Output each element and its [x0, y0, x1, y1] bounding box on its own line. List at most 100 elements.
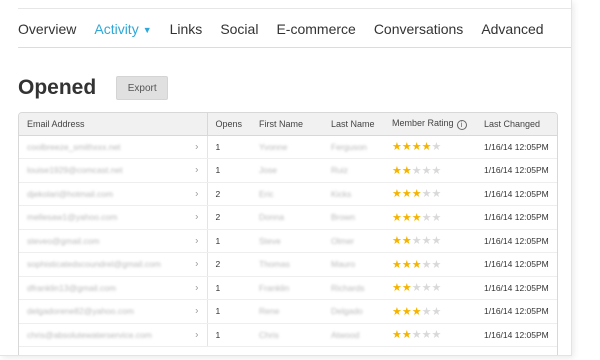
last-changed-cell: 1/16/14 12:05PM [476, 229, 557, 253]
chevron-right-icon[interactable]: › [195, 188, 198, 199]
table-row[interactable]: coolbreeze_smithxxx.net › 1 Yvonne Ferguson ★… [19, 135, 557, 159]
table-row[interactable]: dfranklin13@gmail.com › 1 Franklin Richards ★… [19, 276, 557, 300]
first-name-cell: Rene [251, 299, 323, 324]
star-icon: ★ [401, 187, 412, 201]
nav-tab-social[interactable]: Social [220, 21, 258, 37]
member-rating-cell: ★★★★★ [384, 158, 476, 183]
last-name-value: Olmer [331, 235, 355, 246]
col-header-member-rating-label: Member Rating [392, 117, 454, 128]
top-divider [18, 8, 571, 9]
chevron-right-icon[interactable]: › [195, 259, 198, 270]
star-icon: ★ [411, 163, 422, 177]
last-name-cell: Richards [323, 276, 384, 300]
email-cell[interactable]: coolbreeze_smithxxx.net › [19, 135, 208, 159]
star-icon: ★ [421, 257, 432, 271]
last-changed-cell: 1/16/14 12:05PM [476, 299, 557, 324]
col-header-member-rating[interactable]: Member Rating i [384, 113, 476, 136]
table-row[interactable]: mellesaw1@yahoo.com › 2 Donna Brown ★★★★★ 1/16… [19, 205, 557, 230]
nav-tab-ecommerce[interactable]: E-commerce [276, 21, 355, 37]
chevron-right-icon[interactable]: › [195, 212, 198, 223]
member-rating-stars: ★★★★★ [392, 187, 441, 200]
first-name-cell: Yvonne [251, 135, 323, 159]
last-name-cell: Ruiz [323, 158, 384, 183]
email-cell[interactable]: steveo@gmail.com › [19, 229, 208, 253]
first-name-value: Steve [259, 235, 281, 246]
email-address[interactable]: sophisticatedscoundrel@gmail.com [27, 259, 161, 269]
email-cell[interactable]: louise1929@comcast.net › [19, 158, 208, 183]
last-changed-cell: 1/16/14 12:05PM [476, 158, 557, 183]
nav-tab-activity-label: Activity [94, 21, 139, 37]
email-address[interactable]: mellesaw1@yahoo.com [27, 212, 117, 222]
nav-tab-links[interactable]: Links [170, 21, 203, 37]
export-button[interactable]: Export [116, 76, 169, 100]
chevron-right-icon[interactable]: › [195, 306, 198, 317]
first-name-value: Franklin [259, 282, 290, 293]
first-name-cell: Jose [251, 158, 323, 183]
star-icon: ★ [392, 187, 402, 201]
first-name-cell: Steve [251, 229, 323, 253]
table-row[interactable]: steveo@gmail.com › 1 Steve Olmer ★★★★★ 1/16/14… [19, 229, 557, 253]
col-header-last-name[interactable]: Last Name [323, 113, 384, 136]
table-row[interactable]: delgadorene82@yahoo.com › 1 Rene Delgado ★★★★… [19, 299, 557, 324]
star-icon: ★ [392, 304, 402, 318]
chevron-right-icon[interactable]: › [195, 235, 198, 246]
email-address[interactable]: coolbreeze_smithxxx.net [27, 142, 121, 152]
star-icon: ★ [411, 210, 422, 224]
star-icon: ★ [431, 304, 442, 318]
email-cell[interactable]: dfranklin13@gmail.com › [19, 276, 208, 300]
table-row[interactable]: louise1929@comcast.net › 1 Jose Ruiz ★★★★★ 1/1… [19, 158, 557, 183]
opens-cell: 1 [207, 299, 251, 324]
star-icon: ★ [401, 234, 412, 248]
star-icon: ★ [401, 328, 412, 342]
chevron-right-icon[interactable]: › [195, 282, 198, 293]
col-header-opens[interactable]: Opens [207, 113, 251, 136]
email-cell[interactable]: chris@absolutewaterservice.com › [19, 323, 208, 347]
email-cell[interactable]: mellesaw1@yahoo.com › [19, 205, 208, 230]
last-name-cell: Kicks [323, 182, 384, 206]
caret-down-icon: ▼ [142, 25, 152, 35]
member-rating-stars: ★★★★★ [392, 281, 441, 294]
nav-tab-conversations[interactable]: Conversations [374, 21, 464, 37]
last-name-value: Atwood [331, 329, 360, 340]
info-icon[interactable]: i [456, 119, 467, 130]
star-icon: ★ [411, 140, 422, 154]
email-address[interactable]: louise1929@comcast.net [27, 165, 123, 175]
email-address[interactable]: djekolari@hotmail.com [27, 189, 113, 199]
star-icon: ★ [431, 163, 442, 177]
opens-cell: 2 [207, 182, 251, 206]
table-row[interactable]: chris@absolutewaterservice.com › 1 Chris Atw… [19, 323, 557, 347]
star-icon: ★ [431, 257, 442, 271]
table-row[interactable]: djekolari@hotmail.com › 2 Eric Kicks ★★★★★ 1/1… [19, 182, 557, 206]
table-row[interactable]: sophisticatedscoundrel@gmail.com › 2 Thomas… [19, 252, 557, 277]
col-header-email[interactable]: Email Address [19, 113, 208, 136]
star-icon: ★ [431, 234, 442, 248]
email-address[interactable]: chris@absolutewaterservice.com [27, 330, 152, 340]
nav-tab-activity[interactable]: Activity ▼ [94, 21, 151, 37]
last-name-value: Mauro [331, 259, 356, 270]
opens-cell: 2 [207, 252, 251, 277]
email-cell[interactable]: delgadorene82@yahoo.com › [19, 299, 208, 324]
star-icon: ★ [431, 210, 442, 224]
email-address[interactable]: steveo@gmail.com [27, 236, 99, 246]
chevron-right-icon[interactable]: › [195, 141, 198, 152]
table-header-row: Email Address Opens First Name Last Name… [19, 113, 557, 136]
member-rating-stars: ★★★★★ [392, 234, 441, 247]
member-rating-stars: ★★★★★ [392, 211, 441, 224]
email-cell[interactable]: djekolari@hotmail.com › [19, 182, 208, 206]
col-header-first-name[interactable]: First Name [251, 113, 323, 136]
chevron-right-icon[interactable]: › [195, 329, 198, 340]
email-address[interactable]: delgadorene82@yahoo.com [27, 306, 134, 316]
last-name-value: Ferguson [331, 141, 367, 152]
email-cell[interactable]: sophisticatedscoundrel@gmail.com › [19, 252, 208, 277]
member-rating-stars: ★★★★★ [392, 258, 441, 271]
member-rating-stars: ★★★★★ [392, 140, 441, 153]
chevron-right-icon[interactable]: › [195, 165, 198, 176]
star-icon: ★ [431, 328, 442, 342]
email-address[interactable]: dfranklin13@gmail.com [27, 283, 116, 293]
first-name-cell: Franklin [251, 276, 323, 300]
nav-tab-advanced[interactable]: Advanced [481, 21, 543, 37]
last-name-value: Richards [331, 282, 365, 293]
col-header-last-changed[interactable]: Last Changed [476, 113, 557, 136]
nav-tab-overview[interactable]: Overview [18, 21, 76, 37]
star-icon: ★ [401, 210, 412, 224]
